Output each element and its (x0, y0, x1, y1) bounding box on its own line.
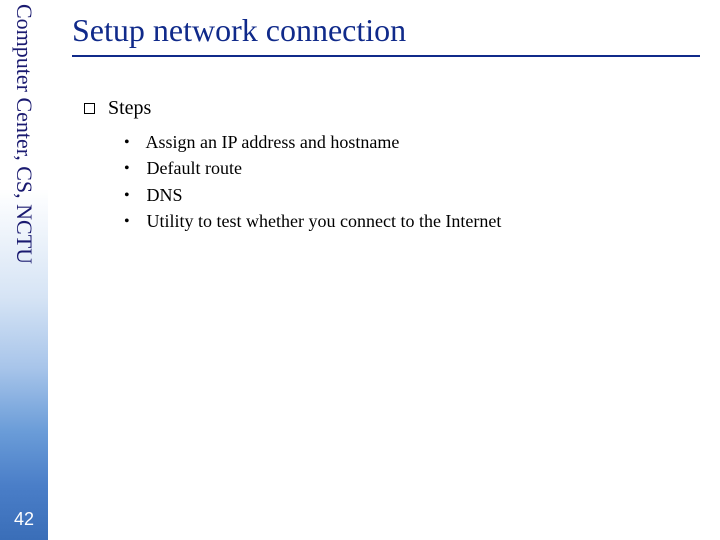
list-item-label: Default route (147, 158, 242, 178)
bullet-dot-icon: • (124, 211, 142, 233)
bullet-dot-icon: • (124, 158, 142, 180)
slide-title: Setup network connection (72, 12, 700, 57)
bullet-dot-icon: • (124, 185, 142, 207)
slide-content: Setup network connection Steps • Assign … (72, 12, 700, 235)
list-item: • Utility to test whether you connect to… (124, 209, 700, 233)
page-number: 42 (0, 509, 48, 530)
list-item: • DNS (124, 183, 700, 207)
steps-block: Steps • Assign an IP address and hostnam… (84, 97, 700, 233)
sidebar-gradient: Computer Center, CS, NCTU 42 (0, 0, 48, 540)
square-bullet-icon (84, 103, 95, 114)
sidebar-org-label: Computer Center, CS, NCTU (11, 4, 37, 264)
list-item-label: Assign an IP address and hostname (146, 132, 400, 152)
bullet-dot-icon: • (124, 132, 142, 154)
list-item: • Default route (124, 156, 700, 180)
list-item-label: DNS (147, 185, 183, 205)
list-item: • Assign an IP address and hostname (124, 130, 700, 154)
sidebar-org-wrap: Computer Center, CS, NCTU (0, 0, 48, 350)
steps-heading: Steps (84, 97, 700, 120)
list-item-label: Utility to test whether you connect to t… (147, 211, 502, 231)
steps-sub-list: • Assign an IP address and hostname • De… (124, 130, 700, 233)
steps-heading-label: Steps (108, 97, 151, 119)
